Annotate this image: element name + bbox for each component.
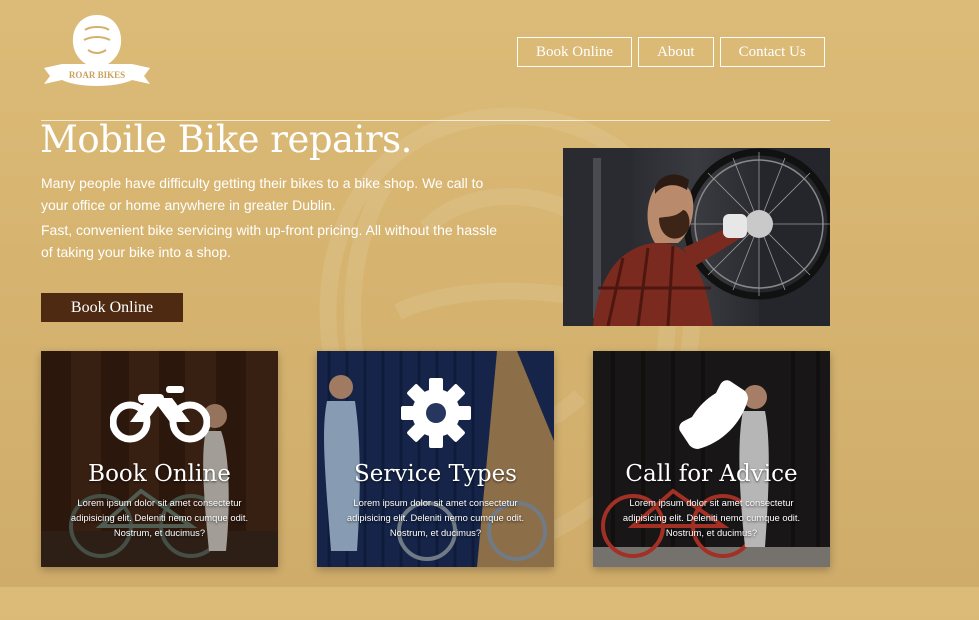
hero-paragraph-2: Fast, convenient bike servicing with up-… (41, 222, 498, 260)
hero-paragraph-1: Many people have difficulty getting thei… (41, 175, 484, 213)
nav-about[interactable]: About (638, 37, 714, 67)
card-title: Service Types (354, 461, 517, 487)
main-nav: Book Online About Contact Us (517, 37, 825, 67)
hero-title: Mobile Bike repairs. (40, 118, 412, 161)
gear-icon (317, 373, 554, 453)
card-service-types[interactable]: Service Types Lorem ipsum dolor sit amet… (317, 351, 554, 567)
roar-bikes-logo[interactable]: ROAR BIKES (40, 12, 154, 90)
hero-book-online-button[interactable]: Book Online (41, 293, 183, 322)
logo-text: ROAR BIKES (69, 70, 125, 80)
nav-book-online[interactable]: Book Online (517, 37, 633, 67)
nav-contact-us[interactable]: Contact Us (719, 37, 825, 67)
card-call-for-advice[interactable]: Call for Advice Lorem ipsum dolor sit am… (593, 351, 830, 567)
phone-icon (593, 373, 830, 453)
card-title: Book Online (88, 461, 231, 487)
motorbike-icon (41, 373, 278, 453)
card-text: Lorem ipsum dolor sit amet consectetur a… (70, 497, 249, 538)
card-text: Lorem ipsum dolor sit amet consectetur a… (346, 497, 525, 538)
card-title: Call for Advice (625, 461, 798, 487)
card-book-online[interactable]: Book Online Lorem ipsum dolor sit amet c… (41, 351, 278, 567)
card-text: Lorem ipsum dolor sit amet consectetur a… (622, 497, 801, 538)
hero-mechanic-photo (563, 148, 830, 326)
